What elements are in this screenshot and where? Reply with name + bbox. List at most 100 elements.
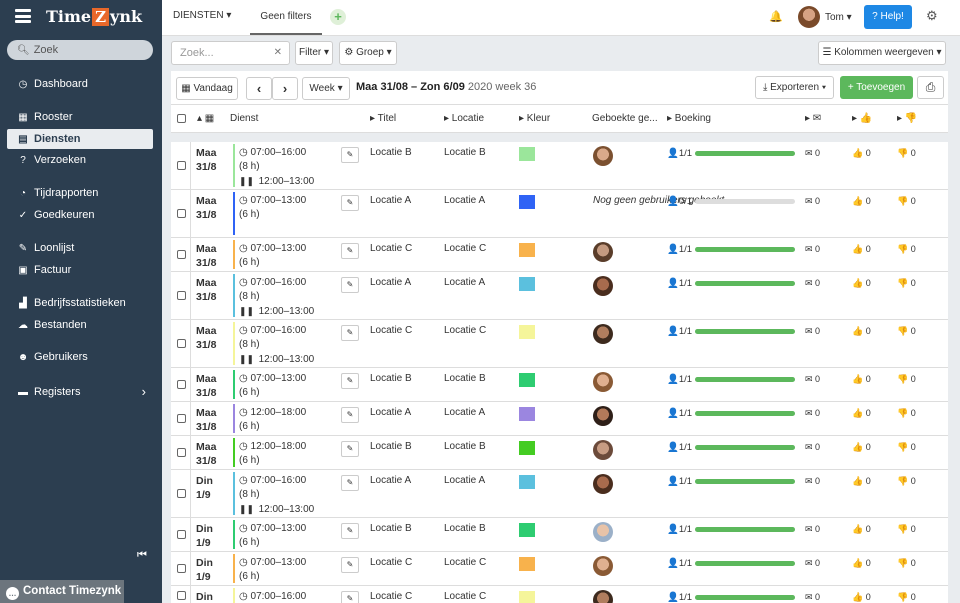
- envelope-icon: ✉: [805, 476, 816, 486]
- edit-icon[interactable]: ✎: [341, 195, 359, 211]
- table-row[interactable]: Din 1/9 ◷ 07:00–13:00 (6 h) ✎ Locatie C Locati…: [171, 552, 948, 586]
- clock-icon: ◷: [239, 591, 251, 602]
- sidebar-item-tijdrapporten[interactable]: ◔ Tijdrapporten: [7, 183, 153, 203]
- table-row[interactable]: Maa 31/8 ◷ 07:00–13:00 (6 h) ✎ Locatie A Locat…: [171, 190, 948, 238]
- sidebar-item-dashboard[interactable]: ◷ Dashboard: [7, 74, 153, 94]
- edit-icon[interactable]: ✎: [341, 147, 359, 163]
- table-row[interactable]: Maa 31/8 ◷ 07:00–13:00 (6 h) ✎ Locatie C Locat…: [171, 238, 948, 272]
- row-checkbox[interactable]: [177, 142, 186, 189]
- clock-icon: ◷: [239, 407, 251, 418]
- group-button[interactable]: ⚙ Groep ▾: [339, 41, 397, 65]
- edit-icon[interactable]: ✎: [341, 475, 359, 491]
- sidebar-item-bedrijfsstatistieken[interactable]: ▟ Bedrijfsstatistieken: [7, 293, 153, 313]
- user-avatar[interactable]: [798, 6, 820, 28]
- edit-icon[interactable]: ✎: [341, 441, 359, 457]
- sort-date-header[interactable]: ▴ ▦: [197, 113, 214, 124]
- edit-icon[interactable]: ✎: [341, 373, 359, 389]
- edit-icon[interactable]: ✎: [341, 407, 359, 423]
- booked-user-avatar[interactable]: [593, 372, 613, 392]
- tab-geen-filters[interactable]: Geen filters: [250, 2, 322, 35]
- table-row[interactable]: Din 1/9 ◷ 07:00–13:00 (6 h) ✎ Locatie B Locati…: [171, 518, 948, 552]
- edit-icon[interactable]: ✎: [341, 523, 359, 539]
- print-icon[interactable]: ⎙: [917, 76, 944, 99]
- next-week-button[interactable]: ›: [272, 77, 298, 100]
- column-geboekte[interactable]: Geboekte ge...: [592, 113, 658, 124]
- row-checkbox[interactable]: [177, 238, 186, 271]
- row-checkbox[interactable]: [177, 586, 186, 603]
- table-row[interactable]: Din 1/9 ◷ 07:00–16:00 (8 h) ❚❚ 12:00–13:00 ✎ L…: [171, 470, 948, 518]
- row-checkbox[interactable]: [177, 518, 186, 551]
- column-dislikes[interactable]: ▸ 👎: [897, 113, 917, 124]
- select-all-checkbox[interactable]: [177, 114, 186, 126]
- edit-icon[interactable]: ✎: [341, 325, 359, 341]
- sidebar-item-verzoeken[interactable]: ? Verzoeken: [7, 150, 153, 170]
- sidebar-search-input[interactable]: 🔍︎ Zoek: [7, 40, 153, 60]
- sidebar-item-rooster[interactable]: ▦ Rooster: [7, 107, 153, 127]
- row-checkbox[interactable]: [177, 320, 186, 367]
- search-input[interactable]: Zoek... ✕: [171, 41, 290, 65]
- booked-user-avatar[interactable]: [593, 556, 613, 576]
- edit-icon[interactable]: ✎: [341, 557, 359, 573]
- table-row[interactable]: Maa 31/8 ◷ 07:00–16:00 (8 h) ❚❚ 12:00–13:00 ✎…: [171, 272, 948, 320]
- booked-user-avatar[interactable]: [593, 242, 613, 262]
- booked-user-avatar[interactable]: [593, 406, 613, 426]
- edit-icon[interactable]: ✎: [341, 277, 359, 293]
- diensten-dropdown[interactable]: DIENSTEN ▾: [173, 10, 231, 21]
- row-checkbox[interactable]: [177, 190, 186, 237]
- column-likes[interactable]: ▸ 👍: [852, 113, 872, 124]
- column-locatie[interactable]: ▸ Locatie: [444, 113, 484, 124]
- column-titel[interactable]: ▸ Titel: [370, 113, 396, 124]
- contact-timezynk-button[interactable]: … Contact Timezynk: [0, 580, 124, 603]
- clear-icon[interactable]: ✕: [274, 42, 282, 64]
- column-dienst[interactable]: Dienst: [230, 113, 258, 124]
- collapse-sidebar-icon[interactable]: ⏮: [137, 549, 147, 562]
- booked-user-avatar[interactable]: [593, 474, 613, 494]
- shift-location: Locatie B: [444, 373, 486, 384]
- table-row[interactable]: Maa 31/8 ◷ 07:00–16:00 (8 h) ❚❚ 12:00–13:00 ✎…: [171, 142, 948, 190]
- booked-user-avatar[interactable]: [593, 522, 613, 542]
- row-checkbox[interactable]: [177, 552, 186, 585]
- gear-icon[interactable]: ⚙: [926, 8, 938, 24]
- table-row[interactable]: Maa 31/8 ◷ 12:00–18:00 (6 h) ✎ Locatie B Locat…: [171, 436, 948, 470]
- add-shift-button[interactable]: + Toevoegen: [840, 76, 913, 99]
- booked-user-avatar[interactable]: [593, 146, 613, 166]
- prev-week-button[interactable]: ‹: [246, 77, 272, 100]
- sidebar-item-registers[interactable]: ▬ Registers ›: [7, 382, 153, 402]
- bell-icon[interactable]: 🔔: [769, 10, 783, 23]
- sidebar-item-goedkeuren[interactable]: ✓ Goedkeuren: [7, 205, 153, 225]
- edit-icon[interactable]: ✎: [341, 243, 359, 259]
- sidebar-item-gebruikers[interactable]: ☻ Gebruikers: [7, 347, 153, 367]
- add-filter-button[interactable]: +: [330, 9, 346, 25]
- column-boeking[interactable]: ▸ Boeking: [667, 113, 711, 124]
- booked-user-avatar[interactable]: [593, 440, 613, 460]
- table-row[interactable]: Din1/9 ◷ 07:00–16:00 ✎ Locatie C Locatie C 👤1…: [171, 586, 948, 603]
- export-button[interactable]: ⤓ Exporteren ▾: [755, 76, 834, 99]
- help-button[interactable]: ? Help!: [864, 5, 912, 29]
- thumbs-down-icon: 👎: [897, 374, 911, 384]
- booked-user-avatar[interactable]: [593, 276, 613, 296]
- sidebar-item-factuur[interactable]: ▣ Factuur: [7, 260, 153, 280]
- row-checkbox[interactable]: [177, 436, 186, 469]
- sidebar-item-loonlijst[interactable]: ✎ Loonlijst: [7, 238, 153, 258]
- row-checkbox[interactable]: [177, 402, 186, 435]
- booked-user-avatar[interactable]: [593, 324, 613, 344]
- column-kleur[interactable]: ▸ Kleur: [519, 113, 550, 124]
- edit-icon[interactable]: ✎: [341, 591, 359, 603]
- shift-title: Locatie C: [370, 325, 413, 336]
- table-row[interactable]: Maa 31/8 ◷ 07:00–13:00 (6 h) ✎ Locatie B Locat…: [171, 368, 948, 402]
- period-select[interactable]: Week ▾: [302, 77, 350, 100]
- columns-button[interactable]: ☰ Kolommen weergeven ▾: [818, 41, 946, 65]
- column-messages[interactable]: ▸ ✉: [805, 113, 821, 124]
- row-checkbox[interactable]: [177, 272, 186, 319]
- hamburger-menu-icon[interactable]: [15, 9, 31, 23]
- today-button[interactable]: ▦ Vandaag: [176, 77, 238, 100]
- filter-button[interactable]: Filter ▾: [295, 41, 333, 65]
- table-row[interactable]: Maa 31/8 ◷ 07:00–16:00 (8 h) ❚❚ 12:00–13:00 ✎…: [171, 320, 948, 368]
- table-row[interactable]: Maa 31/8 ◷ 12:00–18:00 (6 h) ✎ Locatie A Locat…: [171, 402, 948, 436]
- user-menu[interactable]: Tom ▾: [825, 12, 852, 23]
- booked-user-avatar[interactable]: [593, 590, 613, 603]
- sidebar-item-bestanden[interactable]: ☁ Bestanden: [7, 315, 153, 335]
- row-checkbox[interactable]: [177, 368, 186, 401]
- sidebar-item-diensten[interactable]: ▤ Diensten: [7, 129, 153, 149]
- row-checkbox[interactable]: [177, 470, 186, 517]
